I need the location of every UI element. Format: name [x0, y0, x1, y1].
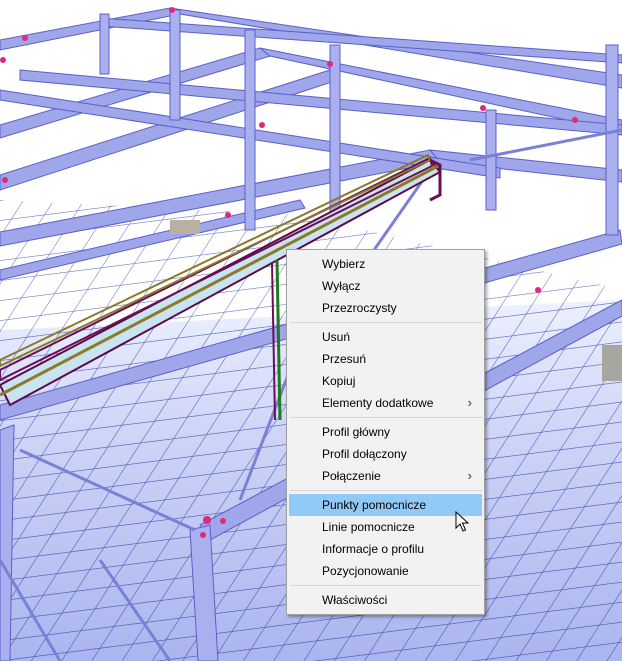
menu-item-label: Profil główny: [322, 425, 391, 439]
menu-item-label: Pozycjonowanie: [322, 564, 409, 578]
grey-block: [170, 220, 200, 234]
menu-item-label: Linie pomocnicze: [322, 520, 415, 534]
menu-item-polaczenie[interactable]: Połączenie ›: [289, 465, 482, 487]
menu-item-elementy-dodatkowe[interactable]: Elementy dodatkowe ›: [289, 392, 482, 414]
grey-block: [602, 345, 622, 381]
menu-item-label: Połączenie: [322, 469, 381, 483]
menu-item-label: Wybierz: [322, 257, 366, 271]
menu-item-label: Przezroczysty: [322, 301, 397, 315]
menu-separator: [290, 417, 482, 418]
menu-separator: [290, 322, 482, 323]
submenu-arrow-icon: ›: [467, 395, 472, 410]
menu-item-przezroczysty[interactable]: Przezroczysty: [289, 297, 482, 319]
menu-item-label: Przesuń: [322, 352, 367, 366]
mouse-pointer-icon: [455, 511, 469, 532]
menu-item-usun[interactable]: Usuń: [289, 326, 482, 348]
menu-item-wylacz[interactable]: Wyłącz: [289, 275, 482, 297]
menu-item-label: Elementy dodatkowe: [322, 396, 434, 410]
menu-item-label: Wyłącz: [322, 279, 361, 293]
menu-item-przesun[interactable]: Przesuń: [289, 348, 482, 370]
menu-item-pozycjonowanie[interactable]: Pozycjonowanie: [289, 560, 482, 582]
menu-item-wlasciwosci[interactable]: Właściwości: [289, 589, 482, 611]
menu-item-label: Usuń: [322, 330, 351, 344]
menu-item-label: Profil dołączony: [322, 447, 407, 461]
menu-item-informacje-o-profilu[interactable]: Informacje o profilu: [289, 538, 482, 560]
submenu-arrow-icon: ›: [467, 468, 472, 483]
menu-item-linie-pomocnicze[interactable]: Linie pomocnicze: [289, 516, 482, 538]
menu-item-wybierz[interactable]: Wybierz: [289, 253, 482, 275]
context-menu: Wybierz Wyłącz Przezroczysty Usuń Przesu…: [286, 249, 485, 615]
menu-item-kopiuj[interactable]: Kopiuj: [289, 370, 482, 392]
menu-item-punkty-pomocnicze[interactable]: Punkty pomocnicze: [289, 494, 482, 516]
menu-item-profil-glowny[interactable]: Profil główny: [289, 421, 482, 443]
menu-item-label: Punkty pomocnicze: [322, 498, 427, 512]
menu-separator: [290, 490, 482, 491]
menu-item-label: Informacje o profilu: [322, 542, 425, 556]
menu-item-label: Kopiuj: [322, 374, 356, 388]
menu-item-profil-dolaczony[interactable]: Profil dołączony: [289, 443, 482, 465]
menu-item-label: Właściwości: [322, 593, 388, 607]
menu-separator: [290, 585, 482, 586]
